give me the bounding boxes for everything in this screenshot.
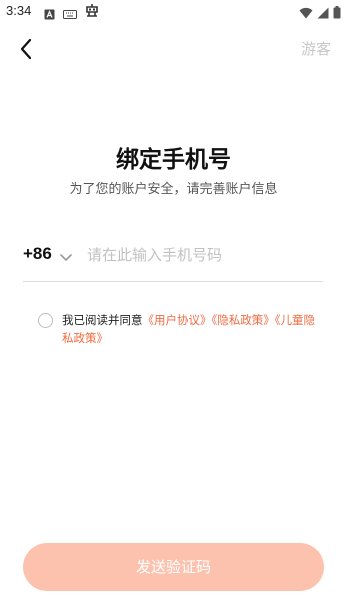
app-a-icon <box>44 5 55 24</box>
chevron-left-icon <box>14 38 40 66</box>
page-subtitle: 为了您的账户安全，请完善账户信息 <box>69 182 278 197</box>
phone-input-row: +86 <box>23 236 323 282</box>
battery-icon <box>333 4 341 23</box>
page-title: 绑定手机号 <box>116 147 231 173</box>
signal-icon <box>317 4 329 23</box>
back-button[interactable] <box>14 36 40 62</box>
wifi-icon <box>299 4 313 23</box>
chevron-down-icon[interactable] <box>59 248 73 262</box>
send-code-button[interactable]: 发送验证码 <box>23 543 324 591</box>
phone-number-input[interactable] <box>87 240 319 270</box>
agreement-checkbox[interactable] <box>38 313 53 328</box>
user-agreement-link[interactable]: 《用户协议》 <box>143 313 212 327</box>
country-code[interactable]: +86 <box>23 244 52 264</box>
keyboard-icon <box>63 5 77 24</box>
status-time: 3:34 <box>6 3 32 18</box>
agreement-text: 我已阅读并同意《用户协议》《隐私政策》《儿童隐私政策》 <box>62 311 326 347</box>
robot-icon <box>85 3 99 22</box>
status-icons <box>299 4 341 23</box>
privacy-policy-link[interactable]: 《隐私政策》 <box>212 313 275 327</box>
guest-button[interactable]: 游客 <box>301 38 331 59</box>
agreement-prefix: 我已阅读并同意 <box>62 313 143 327</box>
status-bar: 3:34 <box>0 0 347 24</box>
